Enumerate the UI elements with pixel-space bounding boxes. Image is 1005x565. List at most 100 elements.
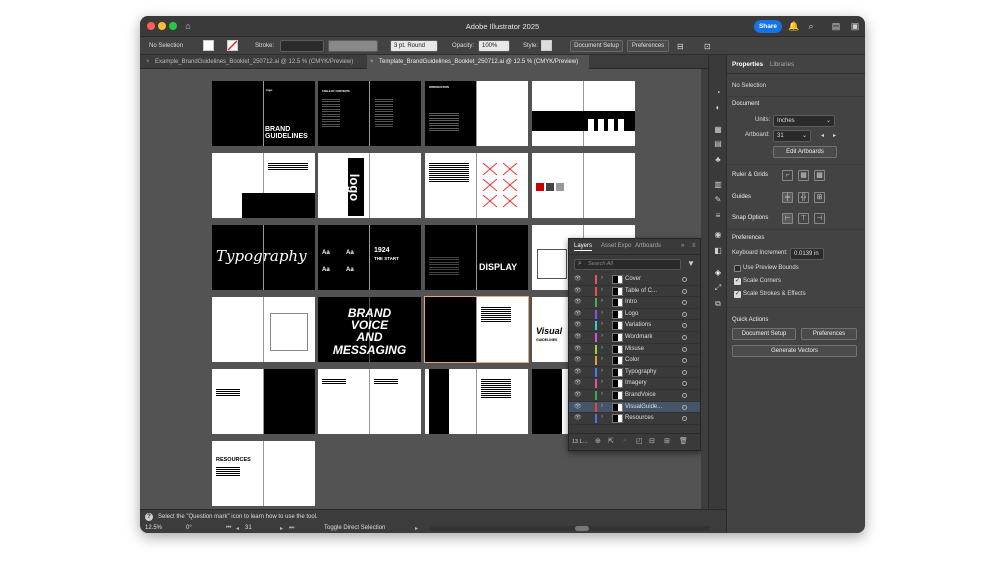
tab-artboards[interactable]: Artboards [635, 243, 661, 249]
artboard-guidelines-1[interactable] [212, 369, 315, 434]
rulers-icon[interactable]: ⌐ [782, 170, 793, 181]
artboard-display[interactable]: DISPLAY [425, 225, 528, 290]
visibility-eye-icon[interactable]: 👁 [574, 276, 582, 283]
layer-row[interactable]: 👁 › Typography [569, 367, 700, 379]
new-layer-icon[interactable]: ⊞ [664, 437, 670, 445]
next-artboard-icon[interactable]: ▸ [833, 132, 836, 139]
clipping-mask-icon[interactable]: ◰ [636, 437, 643, 445]
stroke-swatch[interactable] [227, 40, 238, 51]
show-guides-icon[interactable]: ╪ [782, 192, 793, 203]
gradient-icon[interactable]: ◉ [713, 230, 723, 240]
transparency-icon[interactable]: ◧ [713, 246, 723, 256]
links-icon[interactable]: ⧉ [713, 299, 723, 309]
tab-properties[interactable]: Properties [732, 61, 763, 68]
expand-arrow-icon[interactable]: › [601, 403, 603, 409]
target-circle-icon[interactable] [682, 369, 687, 375]
visibility-eye-icon[interactable]: 👁 [574, 357, 582, 364]
search-icon[interactable]: ⌕ [805, 20, 817, 32]
artboard-brand-voice[interactable]: BRAND VOICE AND MESSAGING [318, 297, 421, 362]
publish-icon[interactable]: ⊡ [704, 41, 711, 52]
target-circle-icon[interactable] [682, 404, 687, 410]
filter-icon[interactable]: ▼ [687, 259, 695, 268]
panel-expand-icon[interactable]: » [681, 243, 684, 249]
expand-arrow-icon[interactable]: › [601, 368, 603, 374]
expand-arrow-icon[interactable]: › [601, 333, 603, 339]
artboard-toc[interactable]: TABLE OF CONTENTS [318, 81, 421, 146]
expand-arrow-icon[interactable]: › [601, 287, 603, 293]
locate-object-icon[interactable]: ⌕ [623, 437, 627, 445]
scale-strokes-checkbox[interactable]: ✓ [734, 291, 741, 298]
visibility-eye-icon[interactable]: 👁 [574, 322, 582, 329]
symbols-icon[interactable]: ♣ [713, 155, 723, 165]
brushes-icon[interactable]: ✎ [713, 195, 723, 205]
color-guide-icon[interactable]: ◐ [713, 103, 723, 113]
layer-row[interactable]: 👁 › BrandVoice [569, 390, 700, 402]
vertical-scrollbar[interactable] [701, 69, 708, 523]
artboard-logo-page[interactable]: logo [318, 153, 421, 218]
expand-arrow-icon[interactable]: › [601, 298, 603, 304]
close-tab-icon[interactable]: × [370, 55, 374, 69]
variable-width-profile[interactable] [328, 40, 378, 52]
expand-arrow-icon[interactable]: › [601, 379, 603, 385]
expand-arrow-icon[interactable]: › [601, 345, 603, 351]
appearance-icon[interactable]: ◔ [713, 88, 723, 98]
expand-arrow-icon[interactable]: › [601, 391, 603, 397]
artboard-intro[interactable]: INTRODUCTION [425, 81, 528, 146]
close-tab-icon[interactable]: × [146, 55, 150, 69]
preferences-button[interactable]: Preferences [627, 40, 669, 52]
target-circle-icon[interactable] [682, 346, 687, 352]
artboard-nav-field[interactable]: 31 [245, 525, 252, 531]
target-circle-icon[interactable] [682, 288, 687, 294]
visibility-eye-icon[interactable]: 👁 [574, 299, 582, 306]
artboard-guidelines-2[interactable] [318, 369, 421, 434]
align-panel-icon[interactable]: ▤ [713, 139, 723, 149]
layer-row[interactable]: 👁 › Misuse [569, 344, 700, 356]
lock-guides-icon[interactable]: ╬ [798, 192, 809, 203]
first-artboard-icon[interactable]: ⏮ [226, 525, 231, 532]
artboard-guidelines-3[interactable] [425, 369, 528, 434]
visibility-eye-icon[interactable]: 👁 [574, 369, 582, 376]
align-icon[interactable]: ⊟ [677, 41, 684, 52]
status-menu-icon[interactable]: ▸ [415, 525, 418, 532]
question-mark-icon[interactable]: ? [145, 513, 153, 521]
bell-icon[interactable]: 🔔 [788, 20, 800, 32]
expand-arrow-icon[interactable]: › [601, 310, 603, 316]
layers-search-input[interactable]: Search All [574, 259, 681, 270]
collect-export-icon[interactable]: ⊕ [595, 437, 601, 445]
qa-preferences-button[interactable]: Preferences [801, 328, 857, 340]
swatches-icon[interactable]: ▥ [713, 180, 723, 190]
units-select[interactable]: Inches ⌄ [773, 115, 835, 127]
expand-arrow-icon[interactable]: › [601, 275, 603, 281]
last-artboard-icon[interactable]: ⏭ [289, 525, 294, 532]
stroke-weight-field[interactable] [280, 40, 324, 52]
scale-corners-checkbox[interactable]: ✓ [734, 278, 741, 285]
share-button[interactable]: Share [754, 20, 782, 33]
transparency-grid-icon[interactable]: ▩ [814, 170, 825, 181]
layer-row[interactable]: 👁 › Color [569, 355, 700, 367]
target-circle-icon[interactable] [682, 300, 687, 306]
layer-row[interactable]: 👁 › Logo [569, 309, 700, 321]
artboard-misuse[interactable] [425, 153, 528, 218]
generate-vectors-button[interactable]: Generate Vectors [732, 345, 857, 357]
tab-example-doc[interactable]: × Example_BrandGuidelines_Booklet_250712… [143, 55, 365, 69]
snap-to-glyph-icon[interactable]: ⊤ [798, 213, 809, 224]
artboard-typefaces[interactable]: Aa Aa Aa Aa 1924 THE START [318, 225, 421, 290]
target-circle-icon[interactable] [682, 393, 687, 398]
artboard-canvas[interactable]: logo BRAND GUIDELINES TABLE OF CONTENTS … [140, 69, 701, 523]
target-circle-icon[interactable] [682, 323, 687, 329]
panel-menu-icon[interactable]: ≡ [692, 243, 696, 249]
expand-arrow-icon[interactable]: › [601, 356, 603, 362]
target-circle-icon[interactable] [682, 381, 687, 387]
tab-template-doc[interactable]: × Template_BrandGuidelines_Booklet_25071… [367, 55, 589, 69]
visibility-eye-icon[interactable]: 👁 [574, 380, 582, 387]
layer-row[interactable]: 👁 › Wordmark [569, 332, 700, 344]
target-circle-icon[interactable] [682, 311, 687, 317]
artboard-typography[interactable]: Typography [212, 225, 315, 290]
horizontal-scrollbar[interactable] [430, 526, 710, 531]
export-icon[interactable]: ⇱ [608, 437, 614, 445]
artboard-logo-overview[interactable] [212, 153, 315, 218]
visibility-eye-icon[interactable]: 👁 [574, 311, 582, 318]
next-artboard-status-icon[interactable]: ▸ [280, 525, 283, 532]
artboard-imagery-2[interactable] [212, 297, 315, 362]
target-circle-icon[interactable] [682, 416, 687, 422]
